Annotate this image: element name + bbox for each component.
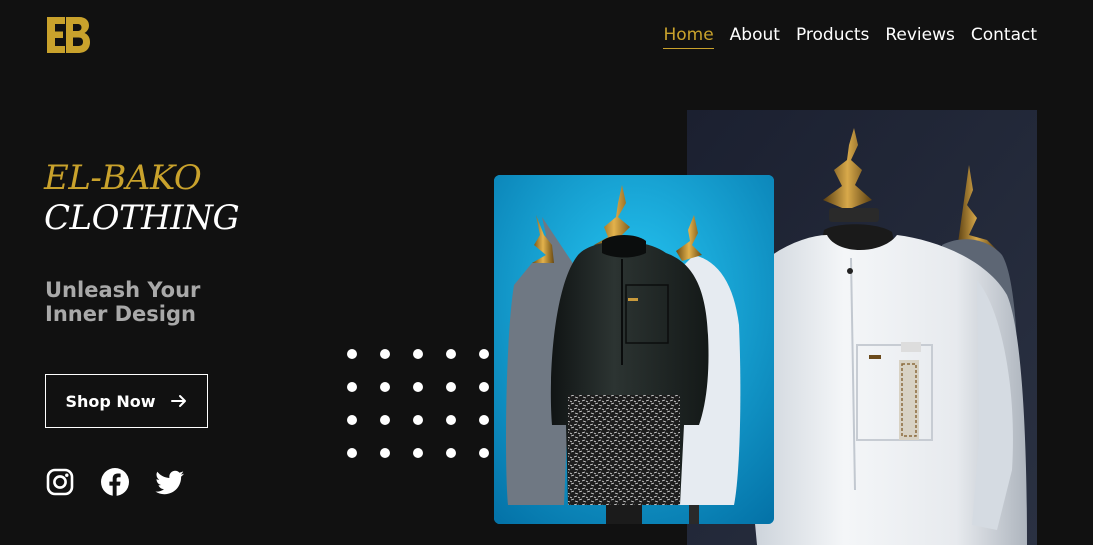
dot — [446, 448, 456, 458]
instagram-icon — [46, 468, 74, 496]
decorative-dot-grid — [347, 349, 489, 458]
arrow-right-icon — [170, 395, 186, 407]
shop-now-button[interactable]: Shop Now — [45, 374, 208, 428]
nav-home[interactable]: Home — [663, 24, 714, 49]
twitter-icon — [155, 470, 184, 495]
tagline: Unleash Your Inner Design — [45, 278, 245, 326]
nav-reviews[interactable]: Reviews — [885, 24, 955, 49]
facebook-icon — [101, 468, 129, 496]
dot — [347, 415, 357, 425]
dot — [446, 349, 456, 359]
tagline-line1: Unleash Your — [45, 278, 201, 302]
dot — [413, 415, 423, 425]
dot — [479, 349, 489, 359]
hero-photo-black-kaftan — [494, 175, 774, 524]
nav-products[interactable]: Products — [796, 24, 869, 49]
shop-now-label: Shop Now — [65, 391, 156, 411]
dot — [347, 382, 357, 392]
tagline-line2: Inner Design — [45, 302, 196, 326]
dot — [347, 349, 357, 359]
dot — [380, 349, 390, 359]
logo[interactable] — [45, 15, 91, 55]
dot — [380, 448, 390, 458]
dot — [479, 448, 489, 458]
social-links — [45, 467, 185, 497]
facebook-link[interactable] — [100, 467, 130, 497]
dot — [413, 382, 423, 392]
twitter-link[interactable] — [155, 467, 185, 497]
dot — [347, 448, 357, 458]
dot — [446, 415, 456, 425]
dot — [479, 382, 489, 392]
dot — [446, 382, 456, 392]
nav-contact[interactable]: Contact — [971, 24, 1037, 49]
instagram-link[interactable] — [45, 467, 75, 497]
brand-title-line2: CLOTHING — [44, 198, 240, 238]
brand-title-line1: EL-BAKO — [44, 158, 202, 198]
logo-mark-icon — [47, 17, 90, 53]
dot — [380, 415, 390, 425]
dot — [479, 415, 489, 425]
main-nav: Home About Products Reviews Contact — [663, 24, 1037, 49]
black-kaftan-image — [494, 175, 774, 524]
dot — [413, 349, 423, 359]
dot — [380, 382, 390, 392]
dot — [413, 448, 423, 458]
nav-about[interactable]: About — [730, 24, 780, 49]
